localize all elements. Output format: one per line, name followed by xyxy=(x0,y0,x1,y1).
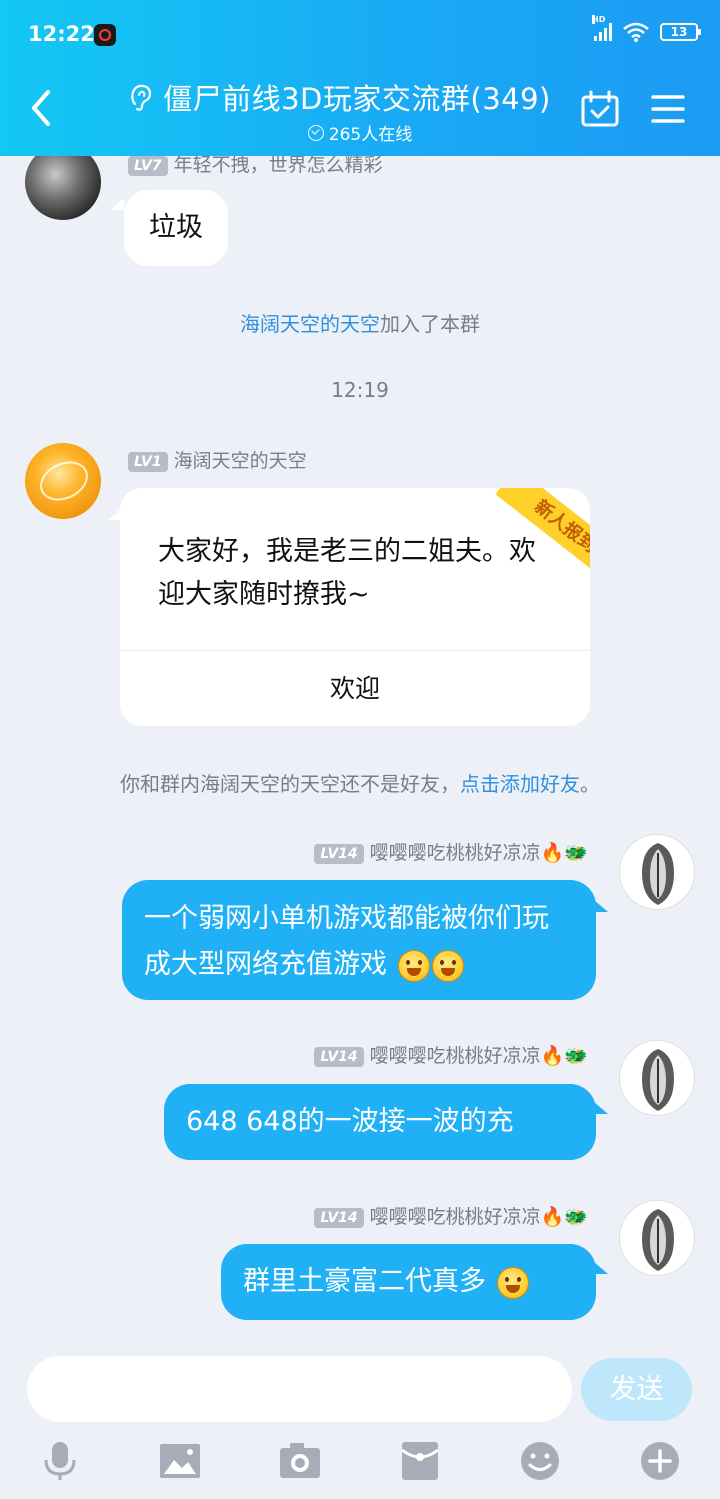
bubble-tail xyxy=(594,1102,608,1114)
message-text: 648 648的一波接一波的充 xyxy=(186,1106,514,1137)
level-badge: LV7 xyxy=(128,156,168,176)
emoji-icon[interactable] xyxy=(518,1440,562,1482)
avatar[interactable] xyxy=(619,1040,695,1116)
level-badge: LV14 xyxy=(314,1207,364,1228)
grin-emoji-icon xyxy=(397,949,430,982)
message-bubble[interactable]: 一个弱网小单机游戏都能被你们玩成大型网络充值游戏 xyxy=(122,880,596,1000)
mask-avatar-icon xyxy=(642,1049,674,1111)
dragon-icon: 🐲 xyxy=(564,1045,588,1067)
bubble-tail xyxy=(594,900,608,912)
joined-user-link[interactable]: 海阔天空的天空 xyxy=(240,312,380,336)
grin-emoji-icon xyxy=(496,1266,529,1299)
avatar[interactable] xyxy=(25,443,101,519)
bubble-tail xyxy=(594,1262,608,1274)
new-member-card[interactable]: 大家好，我是老三的二姐夫。欢迎大家随时撩我~ 新人报到 欢迎 xyxy=(120,488,590,726)
red-packet-icon[interactable] xyxy=(398,1440,442,1482)
menu-icon[interactable] xyxy=(651,94,685,124)
level-badge: LV1 xyxy=(128,451,168,472)
fire-icon: 🔥 xyxy=(540,1045,565,1067)
sender-info: LV1 海阔天空的天空 xyxy=(128,446,307,473)
sender-name[interactable]: 嘤嘤嘤吃桃桃好凉凉 xyxy=(370,1045,541,1067)
group-title: 僵尸前线3D玩家交流群(349) xyxy=(163,82,551,116)
sender-name[interactable]: 嘤嘤嘤吃桃桃好凉凉 xyxy=(370,842,541,864)
message-list[interactable]: LV7 年轻不拽，世界怎么精彩 垃圾 海阔天空的天空加入了本群 12:19 LV1… xyxy=(0,156,720,1346)
message-text: 群里土豪富二代真多 xyxy=(243,1266,486,1297)
friend-notice-suffix: 。 xyxy=(580,772,600,796)
avatar[interactable] xyxy=(619,1200,695,1276)
sender-name[interactable]: 嘤嘤嘤吃桃桃好凉凉 xyxy=(370,1206,541,1228)
add-friend-link[interactable]: 点击添加好友 xyxy=(460,772,580,796)
online-check-icon xyxy=(307,124,324,141)
sender-name[interactable]: 年轻不拽，世界怎么精彩 xyxy=(174,156,383,176)
wifi-icon xyxy=(623,22,649,42)
welcome-button[interactable]: 欢迎 xyxy=(120,651,590,726)
message-bubble[interactable]: 垃圾 xyxy=(124,190,228,266)
sender-info: LV7 年轻不拽，世界怎么精彩 xyxy=(128,156,383,177)
join-notice-text: 加入了本群 xyxy=(380,312,480,336)
status-icons: HD 13 xyxy=(592,15,701,42)
friend-notice: 你和群内海阔天空的天空还不是好友，点击添加好友。 xyxy=(0,768,720,797)
time-divider: 12:19 xyxy=(331,378,389,402)
level-badge: LV14 xyxy=(314,843,364,864)
message-bubble[interactable]: 群里土豪富二代真多 xyxy=(221,1244,596,1320)
microphone-icon[interactable] xyxy=(38,1440,82,1482)
message-text: 一个弱网小单机游戏都能被你们玩成大型网络充值游戏 xyxy=(144,903,549,980)
fire-icon: 🔥 xyxy=(540,1206,565,1228)
status-time: 12:22 xyxy=(28,22,95,46)
grin-emoji-icon xyxy=(431,949,464,982)
chat-header: 12:22 HD 13 僵尸前线3D玩家交流群(349) 265人在线 xyxy=(0,0,720,156)
image-icon[interactable] xyxy=(158,1440,202,1482)
message-bubble[interactable]: 648 648的一波接一波的充 xyxy=(164,1084,596,1160)
send-button[interactable]: 发送 xyxy=(581,1358,692,1421)
battery-icon: 13 xyxy=(660,23,701,41)
message-input[interactable] xyxy=(27,1356,572,1422)
input-bar: 发送 xyxy=(0,1346,720,1499)
mask-avatar-icon xyxy=(642,1209,674,1271)
plus-icon[interactable] xyxy=(638,1440,682,1482)
sender-info: LV14 嘤嘤嘤吃桃桃好凉凉🔥🐲 xyxy=(314,1041,588,1068)
online-count-label: 265人在线 xyxy=(328,125,413,145)
camera-icon[interactable] xyxy=(278,1440,322,1482)
bubble-tail xyxy=(110,198,124,210)
sender-info: LV14 嘤嘤嘤吃桃桃好凉凉🔥🐲 xyxy=(314,1202,588,1229)
avatar[interactable] xyxy=(25,156,101,220)
ear-icon xyxy=(131,84,152,111)
dragon-icon: 🐲 xyxy=(564,842,588,864)
dragon-icon: 🐲 xyxy=(564,1206,588,1228)
sender-info: LV14 嘤嘤嘤吃桃桃好凉凉🔥🐲 xyxy=(314,838,588,865)
fire-icon: 🔥 xyxy=(540,842,565,864)
title-row[interactable]: 僵尸前线3D玩家交流群(349) xyxy=(110,76,570,118)
hd-label: HD xyxy=(592,15,606,24)
notification-app-icon xyxy=(94,24,116,46)
avatar[interactable] xyxy=(619,834,695,910)
cellular-signal-icon: HD xyxy=(592,15,612,41)
join-notice: 海阔天空的天空加入了本群 xyxy=(0,308,720,337)
level-badge: LV14 xyxy=(314,1046,364,1067)
calendar-check-icon[interactable] xyxy=(580,90,620,128)
sender-name[interactable]: 海阔天空的天空 xyxy=(174,450,307,472)
card-text: 大家好，我是老三的二姐夫。欢迎大家随时撩我~ xyxy=(158,536,536,610)
mask-avatar-icon xyxy=(642,843,674,905)
friend-notice-text: 你和群内海阔天空的天空还不是好友， xyxy=(120,772,460,796)
